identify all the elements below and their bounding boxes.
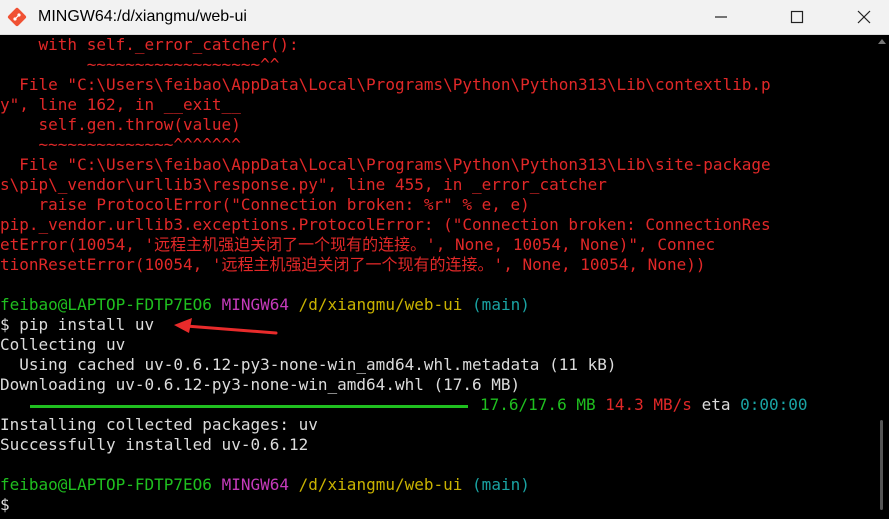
prompt-user-host: feibao@LAPTOP-FDTP7EO6	[0, 475, 212, 494]
progress-eta-label: eta	[701, 395, 731, 414]
scroll-up-icon[interactable]	[878, 39, 886, 44]
traceback-line: File "C:\Users\feibao\AppData\Local\Prog…	[0, 75, 771, 94]
download-progress-bar	[30, 405, 468, 408]
scrollbar-thumb[interactable]	[880, 420, 883, 510]
prompt-shell: MINGW64	[221, 475, 289, 494]
traceback-line: File "C:\Users\feibao\AppData\Local\Prog…	[0, 155, 771, 174]
minimize-icon	[715, 16, 727, 18]
prompt-path: /d/xiangmu/web-ui	[298, 295, 463, 314]
traceback-line: with self._error_catcher():	[0, 35, 299, 54]
traceback-line: ~~~~~~~~~~~~~~^^^^^^^	[0, 135, 241, 154]
prompt-shell: MINGW64	[221, 295, 289, 314]
traceback-line: s\pip\_vendor\urllib3\response.py", line…	[0, 175, 607, 194]
close-button[interactable]	[839, 0, 889, 34]
input-prompt[interactable]: $	[0, 495, 10, 515]
progress-stats: 17.6/17.6 MB 14.3 MB/s eta 0:00:00	[480, 395, 808, 415]
title-bar[interactable]: MINGW64:/d/xiangmu/web-ui	[0, 0, 889, 35]
git-bash-icon	[7, 7, 27, 27]
traceback-line: pip._vendor.urllib3.exceptions.ProtocolE…	[0, 215, 771, 234]
output-line: Successfully installed uv-0.6.12	[0, 435, 309, 454]
traceback-line: y", line 162, in __exit__	[0, 95, 241, 114]
maximize-button[interactable]	[772, 0, 822, 34]
traceback-line: etError(10054, '远程主机强迫关闭了一个现有的连接。', None…	[0, 235, 716, 254]
progress-size: 17.6/17.6 MB	[480, 395, 596, 414]
maximize-icon	[790, 10, 804, 24]
output-line: Using cached uv-0.6.12-py3-none-win_amd6…	[0, 355, 617, 374]
traceback-line: tionResetError(10054, '远程主机强迫关闭了一个现有的连接。…	[0, 255, 706, 274]
output-line: Installing collected packages: uv	[0, 415, 318, 434]
minimize-button[interactable]	[696, 0, 746, 34]
command-line: $ pip install uv	[0, 315, 155, 334]
prompt-user-host: feibao@LAPTOP-FDTP7EO6	[0, 295, 212, 314]
window-title: MINGW64:/d/xiangmu/web-ui	[38, 8, 247, 25]
traceback-line: raise ProtocolError("Connection broken: …	[0, 195, 530, 214]
progress-eta: 0:00:00	[740, 395, 808, 414]
traceback-line: ~~~~~~~~~~~~~~~~~~^^	[0, 55, 280, 74]
output-line: Downloading uv-0.6.12-py3-none-win_amd64…	[0, 375, 521, 394]
annotation-arrow-icon	[174, 318, 278, 335]
shell-prompt: feibao@LAPTOP-FDTP7EO6 MINGW64 /d/xiangm…	[0, 295, 530, 315]
progress-speed: 14.3 MB/s	[605, 395, 692, 414]
shell-prompt: feibao@LAPTOP-FDTP7EO6 MINGW64 /d/xiangm…	[0, 475, 530, 495]
close-icon	[857, 10, 871, 24]
prompt-branch: (main)	[472, 475, 530, 494]
prompt-path: /d/xiangmu/web-ui	[298, 475, 463, 494]
prompt-branch: (main)	[472, 295, 530, 314]
output-line: Collecting uv	[0, 335, 126, 354]
traceback-line: self.gen.throw(value)	[0, 115, 241, 134]
